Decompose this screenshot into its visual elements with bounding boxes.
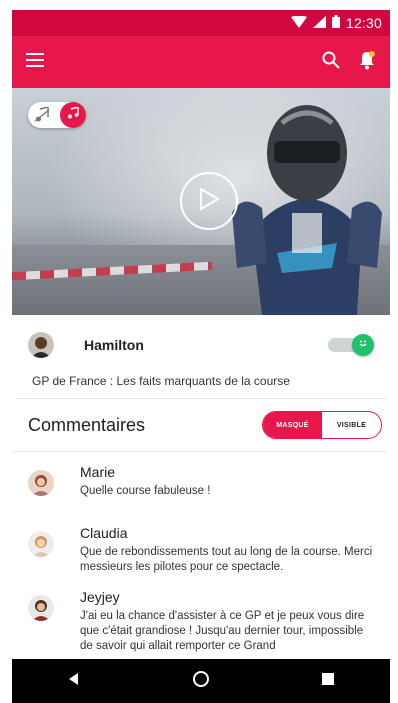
comment-text: Que de rebondissements tout au long de l… xyxy=(80,546,373,573)
play-icon xyxy=(198,186,220,216)
status-bar: 12:30 xyxy=(12,10,390,36)
sound-toggle[interactable] xyxy=(28,102,86,128)
home-circle-icon[interactable] xyxy=(192,670,210,693)
signal-icon xyxy=(312,15,326,31)
comment-text: J'ai eu la chance d'assister à ce GP et … xyxy=(80,610,365,652)
back-triangle-icon[interactable] xyxy=(68,672,80,690)
comment-author: Claudia xyxy=(80,525,128,541)
clock: 12:30 xyxy=(345,15,382,31)
comment-body: Claudia Que de rebondissements tout au l… xyxy=(80,525,378,575)
comment-body: Jeyjey J'ai eu la chance d'assister à ce… xyxy=(80,589,378,654)
music-note-icon xyxy=(67,106,79,124)
smiley-icon xyxy=(357,336,369,354)
driver-name[interactable]: Hamilton xyxy=(84,337,328,353)
play-button[interactable] xyxy=(180,172,238,230)
phone-screen: 12:30 Hamilton GP de France: Les faits … xyxy=(12,10,390,703)
sound-toggle-knob xyxy=(60,102,86,128)
comment-author: Marie xyxy=(80,464,116,480)
video-title: GP de France : Les faits marquants de la… xyxy=(16,361,386,399)
wifi-icon xyxy=(290,15,307,31)
comment-item: Jeyjey J'ai eu la chance d'assister à ce… xyxy=(12,589,390,654)
comments-title: Commentaires xyxy=(28,414,146,435)
switch-thumb xyxy=(352,334,374,356)
comment-text: Quelle course fabuleuse ! xyxy=(80,485,211,497)
comment-avatar[interactable] xyxy=(28,595,54,621)
video-player[interactable] xyxy=(12,88,390,315)
hamburger-icon[interactable] xyxy=(26,52,44,72)
filter-masque-button[interactable]: MASQUÉ xyxy=(263,412,322,438)
bell-icon[interactable] xyxy=(358,50,376,75)
battery-icon xyxy=(331,15,340,31)
recents-square-icon[interactable] xyxy=(322,672,334,690)
comment-item: Claudia Que de rebondissements tout au l… xyxy=(12,525,390,575)
system-nav-bar xyxy=(12,659,390,703)
comment-item: Marie Quelle course fabuleuse ! xyxy=(12,464,390,499)
comment-body: Marie Quelle course fabuleuse ! xyxy=(80,464,210,499)
driver-image xyxy=(232,105,382,315)
music-off-icon xyxy=(34,106,50,128)
comment-author: Jeyjey xyxy=(80,589,120,605)
comment-avatar[interactable] xyxy=(28,531,54,557)
search-icon[interactable] xyxy=(322,51,340,74)
follow-switch[interactable] xyxy=(328,334,374,356)
comments-header: Commentaires MASQUÉ VISIBLE xyxy=(12,399,386,452)
comment-visibility-filter: MASQUÉ VISIBLE xyxy=(262,411,382,439)
driver-avatar[interactable] xyxy=(28,332,54,358)
filter-visible-button[interactable]: VISIBLE xyxy=(322,412,381,438)
driver-row: Hamilton xyxy=(12,315,390,361)
comment-avatar[interactable] xyxy=(28,470,54,496)
app-bar xyxy=(12,36,390,88)
